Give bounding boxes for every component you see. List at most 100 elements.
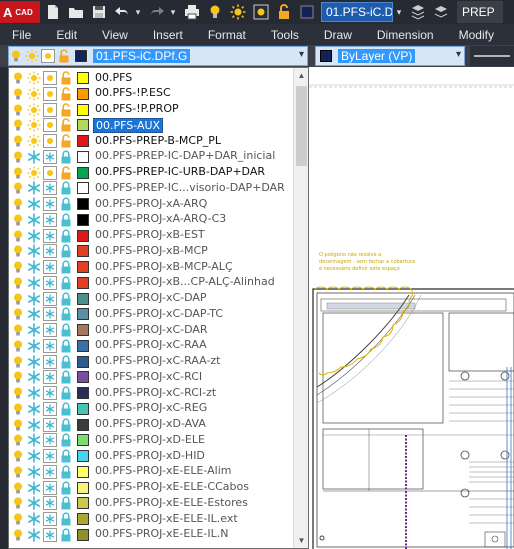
layer-color-swatch[interactable] [77, 72, 89, 84]
sun-thaw-icon[interactable] [27, 71, 41, 85]
layer-dropdown-chevron-icon[interactable]: ▾ [393, 2, 405, 22]
lightbulb-on-icon[interactable] [11, 370, 25, 384]
viewport-frozen-icon[interactable] [43, 307, 57, 322]
layer-list-item[interactable]: 00.PFS-PROJ-xA-ARQ [9, 196, 294, 212]
current-layer-dropdown[interactable]: 01.PFS-iC.D [321, 2, 393, 22]
lock-icon[interactable] [59, 417, 73, 432]
layer-list-item[interactable]: 00.PFS-PROJ-xC-RCI [9, 369, 294, 385]
lightbulb-on-icon[interactable] [11, 213, 25, 227]
layer-color-swatch[interactable] [77, 292, 89, 305]
menu-tools[interactable]: Tools [259, 28, 312, 42]
viewport-sun-icon[interactable] [43, 86, 57, 101]
viewport-sun-icon[interactable] [43, 134, 57, 148]
layer-color-swatch[interactable] [77, 182, 89, 195]
lightbulb-on-icon[interactable] [11, 197, 25, 211]
viewport-frozen-icon[interactable] [43, 323, 57, 337]
layer-color-swatch[interactable] [77, 213, 89, 226]
layer-list-item[interactable]: 00.PFS-PROJ-xB...CP-ALÇ-Alinhad [9, 275, 294, 291]
lock-icon[interactable] [59, 181, 73, 195]
layer-list-item[interactable]: 00.PFS-PROJ-xE-ELE-CCabos [9, 480, 294, 496]
lightbulb-on-icon[interactable] [11, 402, 25, 416]
unlock-icon[interactable] [59, 71, 73, 85]
drawing-canvas[interactable]: O polígono não resolve a desenhagem - se… [309, 67, 514, 549]
lightbulb-on-icon[interactable] [11, 71, 25, 85]
menu-modify[interactable]: Modify [447, 28, 507, 42]
lightbulb-on-icon[interactable] [11, 134, 25, 148]
layer-color-swatch[interactable] [77, 465, 89, 478]
lightbulb-on-icon[interactable] [205, 2, 225, 22]
layer-list-item[interactable]: 00.PFS-PROJ-xC-DAR [9, 322, 294, 338]
viewport-frozen-icon[interactable] [43, 149, 57, 164]
layer-color-swatch[interactable] [77, 450, 89, 462]
sun-thaw-icon[interactable] [27, 118, 41, 132]
viewport-frozen-icon[interactable] [43, 338, 57, 353]
viewport-frozen-icon[interactable] [43, 212, 57, 227]
lightbulb-on-icon[interactable] [11, 418, 25, 432]
lock-icon[interactable] [59, 512, 73, 526]
layer-color-swatch[interactable] [77, 402, 89, 415]
viewport-sun-icon[interactable] [43, 118, 57, 133]
layer-color-swatch[interactable] [77, 198, 89, 210]
layer-color-swatch[interactable] [77, 324, 89, 336]
scroll-down-icon[interactable]: ▼ [294, 533, 308, 548]
new-file-icon[interactable] [43, 2, 63, 22]
lightbulb-on-icon[interactable] [11, 87, 25, 101]
sun-thaw-icon[interactable] [27, 166, 41, 180]
lightbulb-on-icon[interactable] [11, 103, 25, 117]
lock-icon[interactable] [59, 276, 73, 290]
lightbulb-on-icon[interactable] [11, 512, 25, 526]
lock-icon[interactable] [59, 354, 73, 369]
unlock-icon[interactable] [59, 102, 73, 117]
lock-icon[interactable] [59, 386, 73, 400]
layer-list-item[interactable]: 00.PFS-PREP-IC...visorio-DAP+DAR [9, 180, 294, 196]
workspace-label[interactable]: PREP [457, 1, 503, 23]
scroll-up-icon[interactable]: ▲ [294, 68, 308, 83]
snowflake-frozen-icon[interactable] [27, 370, 41, 385]
snowflake-frozen-icon[interactable] [27, 338, 41, 353]
lock-icon[interactable] [59, 370, 73, 384]
layer-color-icon[interactable] [297, 2, 317, 22]
sun-thaw-icon[interactable] [27, 134, 41, 148]
snowflake-frozen-icon[interactable] [27, 512, 41, 526]
snowflake-frozen-icon[interactable] [27, 181, 41, 196]
lock-icon[interactable] [59, 244, 73, 258]
lightbulb-on-icon[interactable] [11, 118, 25, 132]
layer-color-swatch[interactable] [77, 229, 89, 242]
lock-icon[interactable] [59, 307, 73, 321]
menu-edit[interactable]: Edit [44, 28, 90, 42]
lightbulb-on-icon[interactable] [11, 229, 25, 243]
layer-list-item[interactable]: 00.PFS-PROJ-xA-ARQ-C3 [9, 212, 294, 228]
snowflake-frozen-icon[interactable] [27, 527, 41, 542]
lightbulb-on-icon[interactable] [11, 181, 25, 195]
lock-icon[interactable] [59, 228, 73, 243]
lock-icon[interactable] [59, 197, 73, 211]
unlock-icon[interactable] [274, 2, 294, 22]
undo-dropdown-icon[interactable]: ▾ [132, 2, 144, 22]
layer-list-item[interactable]: 00.PFS-PROJ-xC-RCI-zt [9, 385, 294, 401]
layer-control-dropdown[interactable]: 01.PFS-iC.DPf.G ▾ [8, 46, 308, 66]
color-control-dropdown[interactable]: ByLayer (VP) ▾ [315, 46, 465, 66]
layer-color-swatch[interactable] [77, 245, 89, 258]
lightbulb-on-icon[interactable] [11, 386, 25, 400]
viewport-frozen-icon[interactable] [43, 449, 57, 463]
layer-color-swatch[interactable] [77, 308, 89, 321]
snowflake-frozen-icon[interactable] [27, 197, 41, 211]
layer-color-swatch[interactable] [77, 166, 89, 179]
layer-list-scrollbar[interactable]: ▲ ▼ [293, 68, 308, 548]
layer-previous-icon[interactable] [408, 2, 428, 22]
snowflake-frozen-icon[interactable] [27, 275, 41, 290]
viewport-frozen-icon[interactable] [43, 386, 57, 400]
layer-color-swatch[interactable] [77, 103, 89, 116]
layer-list-item[interactable]: 00.PFS-PROJ-xB-MCP-ALÇ [9, 259, 294, 275]
viewport-frozen-icon[interactable] [43, 512, 57, 526]
redo-icon[interactable] [147, 2, 167, 22]
scrollbar-thumb[interactable] [296, 86, 307, 166]
layer-list-item[interactable]: 00.PFS-PROJ-xE-ELE-IL.ext [9, 511, 294, 527]
snowflake-frozen-icon[interactable] [27, 417, 41, 432]
snowflake-frozen-icon[interactable] [27, 149, 41, 164]
lightbulb-on-icon[interactable] [11, 307, 25, 321]
sun-thaw-icon[interactable] [228, 2, 248, 22]
viewport-frozen-icon[interactable] [43, 260, 57, 274]
layer-color-swatch[interactable] [77, 339, 89, 352]
unlock-icon[interactable] [59, 87, 73, 101]
